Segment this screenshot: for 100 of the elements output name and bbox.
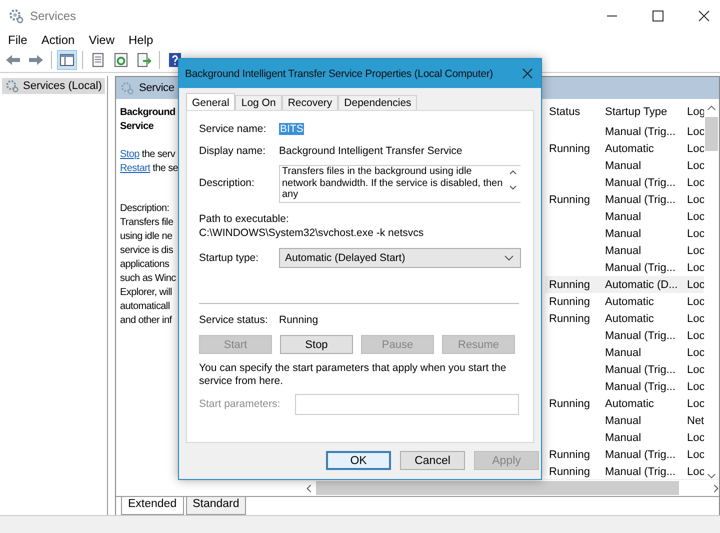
table-cell: Loc <box>687 330 705 342</box>
table-cell: Loc <box>687 346 705 358</box>
dialog-tab[interactable]: Recovery <box>282 95 338 110</box>
dialog-tab[interactable]: Log On <box>235 95 282 110</box>
menu-item[interactable]: Action <box>41 32 75 46</box>
scroll-thumb[interactable] <box>705 117 718 151</box>
startup-type-cell: Manual <box>605 244 642 256</box>
list-row[interactable]: Manual Loc <box>545 157 704 174</box>
column-header[interactable]: Startup Type <box>605 106 687 118</box>
list-row[interactable]: Manual (Trig... Loc <box>545 259 704 276</box>
description-text: applications <box>120 258 170 272</box>
dialog-tab[interactable]: Dependencies <box>338 95 418 110</box>
menu-item[interactable]: Help <box>128 32 154 46</box>
action-link[interactable]: Restart <box>120 163 150 174</box>
startup-type-cell: Automatic <box>605 312 654 324</box>
list-row[interactable]: Manual (Trig... Loc <box>545 327 704 344</box>
list-row[interactable]: Running Automatic Loc <box>545 293 704 310</box>
table-cell: Loc <box>687 176 705 188</box>
action-text: Restart the se <box>120 162 178 176</box>
startup-type-cell: Manual <box>605 228 642 240</box>
table-cell: Loc <box>687 262 705 274</box>
service-control-button[interactable]: Stop <box>280 335 353 354</box>
tree-item[interactable]: Services (Local) <box>2 78 105 94</box>
table-cell: Loc <box>687 312 705 324</box>
close-icon[interactable] <box>698 10 710 22</box>
list-row[interactable]: Manual (Trig... Loc <box>545 174 704 191</box>
path-value: C:\WINDOWS\System32\svchost.exe -k netsvcs <box>199 227 425 239</box>
field-label: Path to executable: <box>199 213 290 225</box>
list-row[interactable]: Manual Loc <box>545 242 704 259</box>
menu-item[interactable]: File <box>8 32 28 46</box>
horizontal-scrollbar[interactable] <box>306 479 719 496</box>
list-row[interactable]: Running Automatic Loc <box>545 310 704 327</box>
gear-icon <box>8 8 24 24</box>
pane-title: Service <box>139 82 174 94</box>
service-title: Background <box>120 106 176 120</box>
table-cell: Loc <box>687 278 705 290</box>
description-text: using idle ne <box>120 230 172 244</box>
list-row[interactable]: Manual Loc <box>545 225 704 242</box>
startup-type-cell: Manual (Trig... <box>605 126 676 138</box>
table-cell: Net <box>687 414 704 426</box>
list-row[interactable]: Running Automatic (D... Loc <box>545 276 704 293</box>
list-row[interactable]: Manual Loc <box>545 208 704 225</box>
description-text: Transfers file <box>120 216 174 230</box>
action-link[interactable]: Stop <box>120 149 140 160</box>
dialog-tab[interactable]: General <box>186 93 236 110</box>
scroll-down-icon[interactable] <box>707 473 716 479</box>
dialog-title: Background Intelligent Transfer Service Properties (Local Computer) <box>185 68 494 80</box>
scroll-up-icon[interactable] <box>707 105 716 111</box>
gear-icon <box>5 79 19 93</box>
description-text: and other inf <box>120 314 172 328</box>
table-cell: Loc <box>687 364 705 376</box>
list-row[interactable]: Manual Loc <box>545 344 704 361</box>
description-text: Explorer, will <box>120 286 172 300</box>
table-cell: Loc <box>687 142 705 154</box>
status-cell: Running <box>549 312 590 324</box>
startup-type-cell: Automatic <box>605 398 654 410</box>
list-row[interactable]: Running Automatic Loc <box>545 140 704 157</box>
view-tab[interactable]: Extended <box>121 497 184 515</box>
list-row[interactable]: Running Manual (Trig... Loc <box>545 463 704 480</box>
field-label: Startup type: <box>199 252 260 264</box>
maximize-icon[interactable] <box>652 10 664 22</box>
scroll-arrows-icon[interactable] <box>509 169 517 191</box>
list-row[interactable]: Manual Loc <box>545 429 704 446</box>
panel-icon[interactable] <box>57 50 77 70</box>
status-cell: Running <box>549 142 590 154</box>
chevron-down-icon <box>504 255 514 261</box>
table-cell: Loc <box>687 432 705 444</box>
table-cell: Loc <box>687 228 705 240</box>
list-row[interactable]: Manual (Trig... Loc <box>545 123 704 140</box>
field-label: Start parameters: <box>199 398 282 410</box>
list-row[interactable]: Manual Net <box>545 412 704 429</box>
scroll-left-icon[interactable] <box>306 484 312 492</box>
menu-item[interactable]: View <box>88 32 114 46</box>
description-box[interactable]: Transfers files in the background using idle network bandwidth. If the service is disabled, then any <box>279 165 521 203</box>
startup-type-cell: Manual (Trig... <box>605 364 676 376</box>
startup-type-cell: Automatic (D... <box>605 278 678 290</box>
list-row[interactable]: Running Manual (Trig... Loc <box>545 446 704 463</box>
table-cell: Loc <box>687 126 705 138</box>
field-label: Service status: <box>199 314 269 326</box>
table-cell: Loc <box>687 210 705 222</box>
description-text: automaticall <box>120 300 170 314</box>
startup-type-dropdown[interactable]: Automatic (Delayed Start) <box>279 248 521 268</box>
startup-type-cell: Manual (Trig... <box>605 176 676 188</box>
list-row[interactable]: Running Automatic Loc <box>545 395 704 412</box>
dialog-button[interactable]: Cancel <box>400 451 465 470</box>
close-icon[interactable] <box>522 68 533 79</box>
list-row[interactable]: Running Manual (Trig... Loc <box>545 191 704 208</box>
action-text: Stop the serv <box>120 148 176 162</box>
scroll-right-icon[interactable] <box>713 484 719 492</box>
list-row[interactable]: Manual (Trig... Loc <box>545 378 704 395</box>
startup-type-cell: Manual (Trig... <box>605 194 676 206</box>
column-header[interactable]: Status <box>545 106 605 118</box>
list-row[interactable]: Manual (Trig... Loc <box>545 361 704 378</box>
service-name-value: BITS <box>279 123 304 135</box>
status-cell: Running <box>549 296 590 308</box>
table-cell: Loc <box>687 466 705 478</box>
view-tab[interactable]: Standard <box>186 497 246 515</box>
dialog-button[interactable]: OK <box>326 451 391 470</box>
startup-type-cell: Manual <box>605 414 642 426</box>
startup-type-cell: Manual <box>605 210 642 222</box>
